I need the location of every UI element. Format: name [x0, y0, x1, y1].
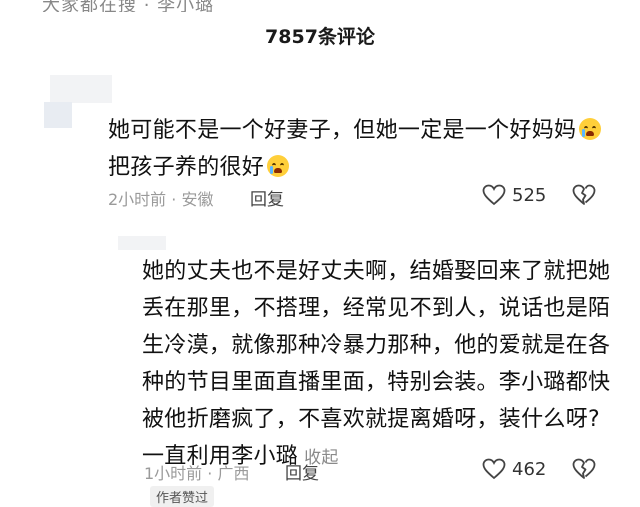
reply-button[interactable]: 回复	[250, 185, 284, 210]
comment-body: 她的丈夫也不是好丈夫啊，结婚娶回来了就把她 丢在那里，不搭理，经常见不到人，说话…	[142, 253, 612, 477]
reply-button[interactable]: 回复	[285, 459, 319, 484]
like-count: 462	[512, 458, 547, 480]
comment-time: 1小时前	[144, 464, 203, 483]
crying-face-icon	[579, 118, 602, 140]
avatar[interactable]	[50, 75, 112, 103]
broken-heart-icon	[572, 458, 596, 479]
like-button[interactable]: 462	[482, 458, 546, 480]
dislike-button[interactable]	[572, 184, 596, 210]
comment-count-title: 7857条评论	[265, 26, 375, 48]
comment-line: 被他折磨疯了，不喜欢就提离婚呀，装什么呀?	[142, 407, 600, 432]
comment-line: 种的节目里面直播里面，特别会装。李小璐都快	[142, 370, 611, 395]
comment-line: 她可能不是一个好妻子，但她一定是一个好妈妈	[108, 112, 608, 149]
comment-location: 安徽	[181, 190, 214, 209]
dislike-button[interactable]	[572, 458, 596, 484]
heart-outline-icon	[482, 458, 506, 480]
crying-face-icon	[267, 155, 290, 177]
top-search-hint: 大家都在搜 · 李小璐	[0, 0, 640, 12]
avatar[interactable]	[118, 236, 166, 250]
comment-line: 生冷漠，就像那种冷暴力那种，他的爱就是在各	[142, 333, 611, 358]
comment-line: 她的丈夫也不是好丈夫啊，结婚娶回来了就把她	[142, 259, 611, 284]
comment-meta: 1小时前 · 广西	[144, 464, 250, 483]
broken-heart-icon	[572, 184, 596, 205]
comment-line: 把孩子养的很好	[108, 149, 608, 186]
top-search-hint-text: 大家都在搜 · 李小璐	[42, 0, 215, 12]
comment-time: 2小时前	[108, 190, 167, 209]
comment-meta: 2小时前 · 安徽	[108, 190, 214, 209]
comment-line: 丢在那里，不搭理，经常见不到人，说话也是陌	[142, 296, 611, 321]
like-count: 525	[512, 184, 547, 206]
comment-location: 广西	[217, 464, 250, 483]
comment-body: 她可能不是一个好妻子，但她一定是一个好妈妈 把孩子养的很好	[108, 112, 608, 186]
avatar-fragment	[44, 102, 72, 128]
like-button[interactable]: 525	[482, 184, 546, 206]
heart-outline-icon	[482, 184, 506, 206]
author-liked-badge: 作者赞过	[150, 486, 215, 507]
